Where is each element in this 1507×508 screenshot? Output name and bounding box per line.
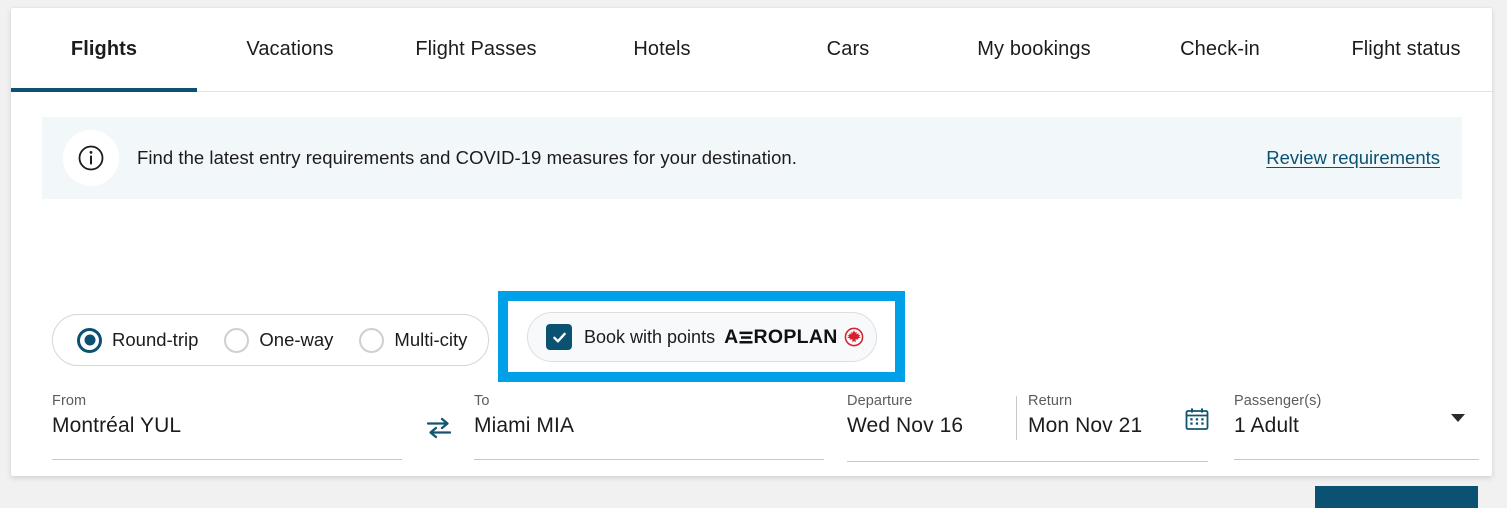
tab-flights[interactable]: Flights	[11, 8, 197, 92]
covid-notice-banner: Find the latest entry requirements and C…	[42, 117, 1462, 199]
radio-option-round-trip[interactable]: Round-trip	[77, 327, 199, 353]
tab-flight-status-label: Flight status	[1351, 38, 1461, 60]
tab-flight-passes-label: Flight Passes	[415, 38, 537, 60]
passengers-field-value[interactable]: 1 Adult	[1234, 410, 1479, 442]
book-with-points-highlight: Book with points A ROPLAN	[498, 291, 905, 382]
swap-arrows-icon	[426, 417, 452, 439]
return-date-label: Return	[1028, 393, 1073, 409]
tab-check-in[interactable]: Check-in	[1127, 8, 1313, 91]
checkmark-icon	[552, 332, 566, 342]
from-field-value[interactable]: Montréal YUL	[52, 410, 402, 442]
trip-type-radio-group: Round-trip One-way Multi-city	[52, 314, 489, 366]
radio-one-way-label: One-way	[259, 329, 334, 350]
open-calendar-button[interactable]	[1182, 404, 1212, 434]
from-field-label: From	[52, 393, 87, 409]
review-requirements-link[interactable]: Review requirements	[1266, 147, 1440, 169]
aeroplan-xi-glyph-icon	[739, 331, 753, 343]
from-field[interactable]: From Montréal YUL	[52, 392, 402, 460]
flight-search-card: Flights Vacations Flight Passes Hotels C…	[11, 8, 1492, 508]
from-field-underline	[52, 459, 402, 460]
departure-date-field[interactable]: Departure Wed Nov 16	[847, 392, 1015, 460]
tab-flight-status[interactable]: Flight status	[1313, 8, 1499, 91]
tab-flights-label: Flights	[70, 38, 138, 60]
covid-notice-text: Find the latest entry requirements and C…	[137, 147, 797, 168]
info-circle-icon	[63, 130, 119, 186]
to-field-underline	[474, 459, 824, 460]
aeroplan-wordmark: A ROPLAN	[724, 326, 838, 349]
chevron-down-icon[interactable]	[1451, 414, 1465, 422]
air-canada-maple-leaf-roundel-icon	[844, 327, 864, 347]
calendar-icon	[1185, 408, 1209, 430]
passengers-field-underline	[1234, 459, 1479, 460]
radio-option-multi-city[interactable]: Multi-city	[359, 327, 468, 353]
aeroplan-logo: A ROPLAN	[724, 326, 864, 349]
to-field-value[interactable]: Miami MIA	[474, 410, 824, 442]
passengers-field[interactable]: Passenger(s) 1 Adult	[1234, 392, 1479, 460]
departure-date-value[interactable]: Wed Nov 16	[847, 410, 1015, 442]
to-field-label: To	[474, 393, 490, 409]
tab-my-bookings-label: My bookings	[977, 38, 1091, 60]
tab-flight-passes[interactable]: Flight Passes	[383, 8, 569, 91]
return-date-field[interactable]: Return Mon Nov 21	[1028, 392, 1208, 460]
tab-check-in-label: Check-in	[1180, 38, 1260, 60]
dates-underline	[847, 461, 1208, 462]
passengers-field-label: Passenger(s)	[1234, 393, 1322, 409]
tab-cars-label: Cars	[826, 38, 870, 60]
tab-vacations[interactable]: Vacations	[197, 8, 383, 91]
tab-vacations-label: Vacations	[246, 38, 334, 60]
tab-my-bookings[interactable]: My bookings	[941, 8, 1127, 91]
main-navigation-tabs: Flights Vacations Flight Passes Hotels C…	[11, 8, 1492, 92]
tab-hotels[interactable]: Hotels	[569, 8, 755, 91]
radio-one-way-indicator[interactable]	[224, 327, 250, 353]
date-fields-divider	[1016, 396, 1017, 440]
radio-round-trip-label: Round-trip	[112, 329, 199, 350]
radio-multi-city-indicator[interactable]	[359, 327, 385, 353]
departure-date-label: Departure	[847, 393, 913, 409]
tab-cars[interactable]: Cars	[755, 8, 941, 91]
to-field[interactable]: To Miami MIA	[474, 392, 824, 460]
radio-multi-city-label: Multi-city	[394, 329, 468, 350]
book-with-points-label: Book with points	[584, 326, 716, 347]
radio-round-trip-indicator[interactable]	[77, 327, 102, 353]
return-date-value[interactable]: Mon Nov 21	[1028, 410, 1208, 442]
search-fields-row: From Montréal YUL To Miami MIA Departure…	[11, 392, 1492, 462]
aeroplan-wordmark-roplan: ROPLAN	[753, 325, 838, 348]
page-background: Flights Vacations Flight Passes Hotels C…	[0, 0, 1507, 508]
radio-option-one-way[interactable]: One-way	[224, 327, 334, 353]
book-with-points-toggle[interactable]: Book with points A ROPLAN	[527, 312, 877, 362]
find-flights-button[interactable]: Find	[1315, 486, 1478, 508]
tab-hotels-label: Hotels	[633, 38, 691, 60]
swap-origin-destination-button[interactable]	[421, 410, 457, 446]
aeroplan-wordmark-a: A	[724, 325, 739, 348]
book-with-points-checkbox[interactable]	[546, 324, 572, 350]
